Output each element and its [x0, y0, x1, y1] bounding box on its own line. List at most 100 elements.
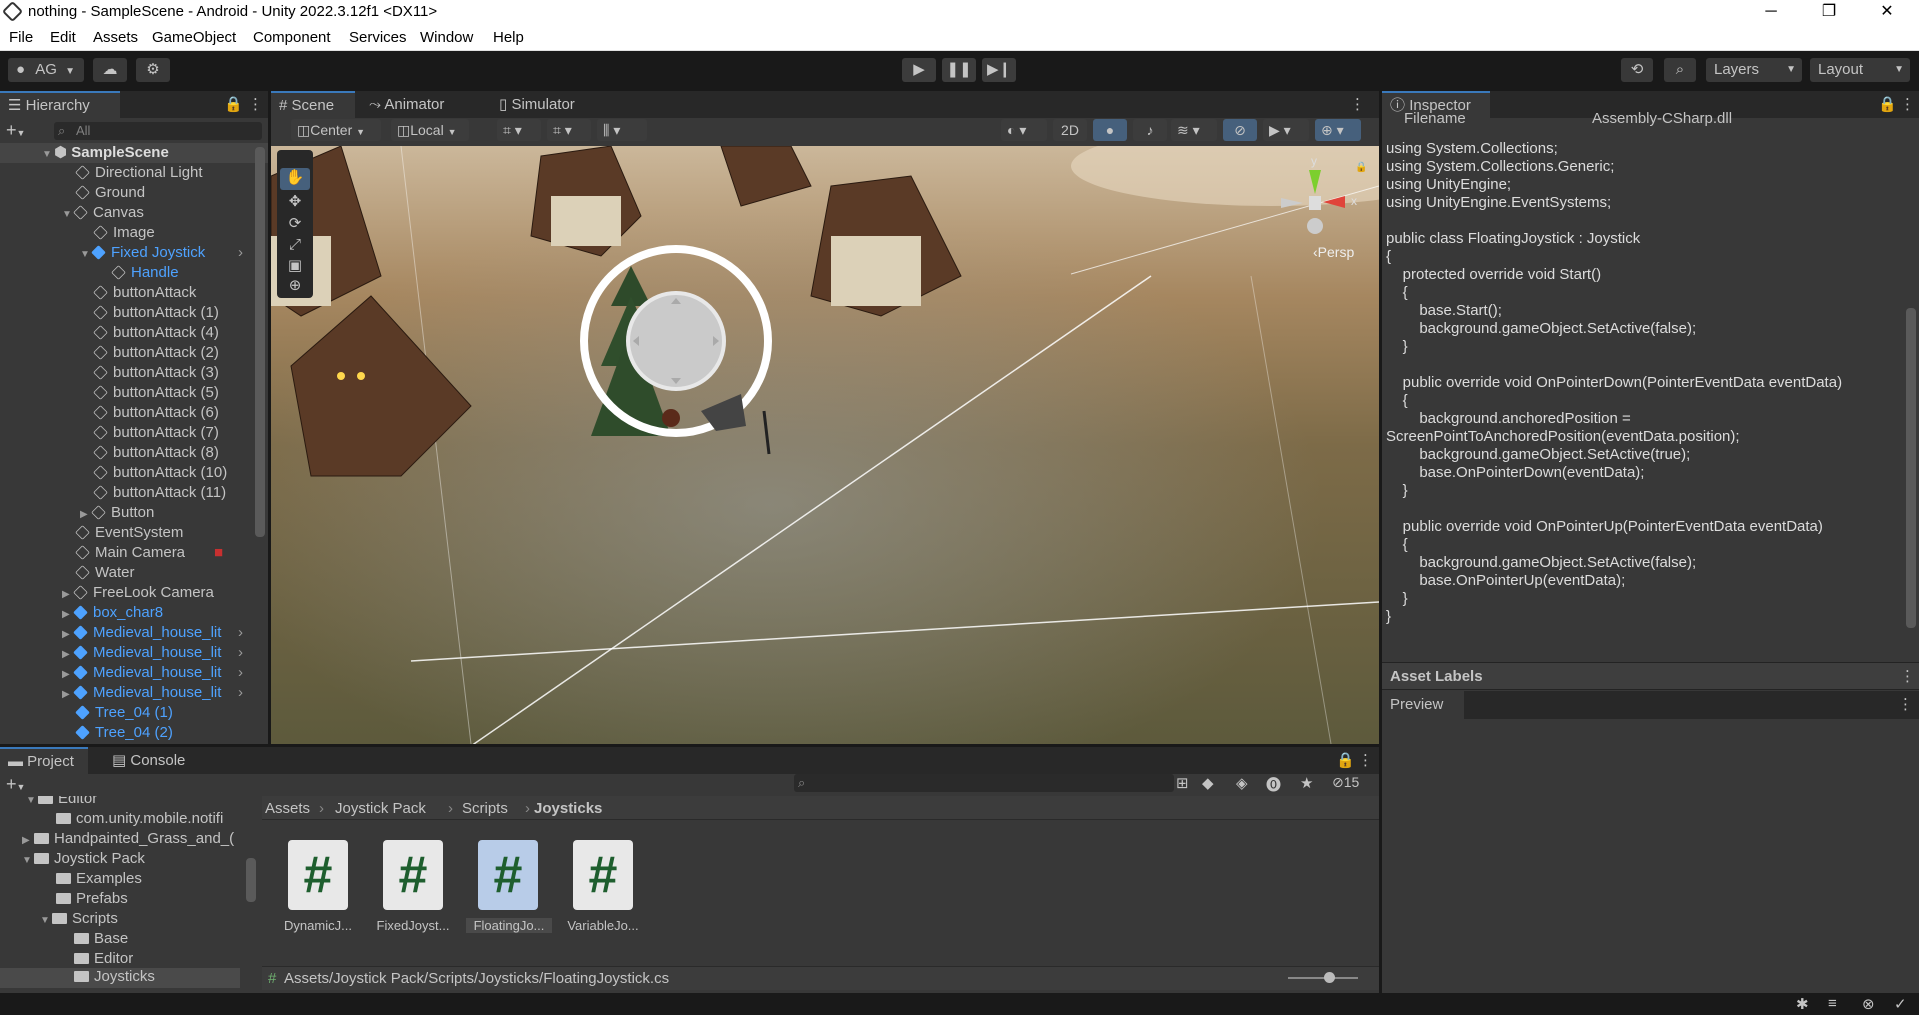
chevron-right-icon[interactable]: ›: [238, 243, 243, 263]
hand-tool-icon[interactable]: ✋: [280, 168, 310, 190]
tab-console[interactable]: ▤ Console: [104, 747, 196, 774]
network-icon[interactable]: ⊗: [1862, 995, 1875, 1013]
tree-item[interactable]: Main Camera ■: [0, 543, 268, 563]
tree-item[interactable]: ▼ Canvas: [0, 203, 268, 223]
label-icon[interactable]: ◈: [1236, 774, 1248, 792]
folder-item[interactable]: Examples: [56, 870, 142, 887]
search-button[interactable]: ⌕: [1664, 58, 1696, 82]
effects-dropdown[interactable]: ≋ ▾: [1171, 119, 1217, 141]
folder-item[interactable]: com.unity.mobile.notifi: [56, 810, 223, 827]
history-button[interactable]: ⟲: [1621, 58, 1653, 82]
layout-dropdown[interactable]: Layout ▼: [1810, 58, 1910, 82]
asset-labels-header[interactable]: Asset Labels ⋮: [1382, 662, 1919, 690]
breadcrumb-item[interactable]: Joysticks: [534, 800, 602, 817]
tree-item[interactable]: Directional Light: [0, 163, 268, 183]
filter-icon[interactable]: ◆: [1202, 774, 1214, 792]
bug-icon[interactable]: ✱: [1796, 995, 1809, 1013]
menu-window[interactable]: Window: [420, 29, 473, 46]
favorite-star-icon[interactable]: ★: [1300, 774, 1313, 792]
menu-edit[interactable]: Edit: [50, 29, 76, 46]
menu-component[interactable]: Component: [253, 29, 331, 46]
grid-snap-button[interactable]: ⌗ ▾: [497, 119, 541, 141]
cloud-button[interactable]: ☁: [93, 58, 127, 82]
tree-item[interactable]: buttonAttack (4): [0, 323, 268, 343]
asset-script-icon[interactable]: #: [383, 840, 443, 910]
move-tool-icon[interactable]: ✥: [280, 192, 310, 214]
folder-item[interactable]: ▼ Editor: [26, 796, 97, 807]
kebab-menu-icon[interactable]: ⋮: [1900, 95, 1915, 113]
draw-mode-dropdown[interactable]: ◐ ▾: [1001, 119, 1047, 141]
folder-item-selected[interactable]: Joysticks: [0, 968, 240, 988]
folder-item[interactable]: ▼ Scripts: [40, 910, 118, 927]
search-by-type-icon[interactable]: ⊞: [1176, 774, 1189, 792]
gizmo-lock-icon[interactable]: 🔒: [1355, 162, 1367, 173]
space-dropdown[interactable]: ◫Local ▼: [391, 119, 469, 141]
breadcrumb-item[interactable]: Scripts: [462, 800, 508, 817]
close-button[interactable]: ✕: [1864, 0, 1910, 24]
tree-item[interactable]: buttonAttack (8): [0, 443, 268, 463]
tree-item[interactable]: ▶ Medieval_house_lit ›: [0, 663, 268, 683]
tree-item[interactable]: buttonAttack (3): [0, 363, 268, 383]
tab-simulator[interactable]: ▯ Simulator: [491, 91, 591, 118]
play-button[interactable]: ▶: [902, 58, 936, 82]
kebab-menu-icon[interactable]: ⋮: [1358, 751, 1373, 769]
lock-icon[interactable]: 🔒: [1878, 95, 1897, 113]
preview-tab[interactable]: Preview: [1382, 691, 1464, 719]
lock-icon[interactable]: 🔒: [224, 95, 243, 113]
tree-item[interactable]: Tree_04 (1): [0, 703, 268, 723]
tree-item[interactable]: ▶ FreeLook Camera: [0, 583, 268, 603]
tab-project[interactable]: ▬ Project: [0, 747, 88, 774]
chevron-right-icon[interactable]: ›: [238, 683, 243, 703]
hierarchy-search-input[interactable]: ⌕ All: [54, 122, 262, 140]
chevron-right-icon[interactable]: ›: [238, 643, 243, 663]
tree-item[interactable]: EventSystem: [0, 523, 268, 543]
tree-item[interactable]: Tree_04 (2): [0, 723, 268, 743]
step-button[interactable]: ▶❙: [982, 58, 1016, 82]
folder-item[interactable]: Base: [74, 930, 128, 947]
tree-item[interactable]: buttonAttack (2): [0, 343, 268, 363]
lighting-toggle[interactable]: ●: [1093, 119, 1127, 141]
tree-scrollbar[interactable]: [246, 858, 256, 902]
scale-tool-icon[interactable]: ⤢: [280, 236, 310, 258]
hidden-packages-toggle[interactable]: ⊘15: [1332, 774, 1359, 791]
chevron-right-icon[interactable]: ›: [238, 663, 243, 683]
folder-item[interactable]: ▶ Handpainted_Grass_and_(: [22, 830, 234, 847]
hierarchy-scrollbar[interactable]: [255, 147, 265, 537]
account-dropdown[interactable]: ● AG ▼: [8, 58, 84, 82]
tree-item[interactable]: buttonAttack (10): [0, 463, 268, 483]
check-icon[interactable]: ✓: [1894, 995, 1907, 1013]
scene-viewport[interactable]: ✋ ✥ ⟳ ⤢ ▣ ⊕ y x 🔒 ‹Persp: [271, 146, 1379, 744]
folder-item[interactable]: Editor: [74, 950, 133, 967]
create-asset-button[interactable]: +▼: [6, 774, 25, 795]
tab-scene[interactable]: # Scene: [271, 91, 355, 118]
layers-dropdown[interactable]: Layers ▼: [1706, 58, 1802, 82]
inspector-scrollbar[interactable]: [1906, 308, 1916, 628]
tree-item[interactable]: ▶ box_char8: [0, 603, 268, 623]
rect-tool-icon[interactable]: ▣: [280, 256, 310, 278]
icon-size-slider[interactable]: [1288, 977, 1358, 979]
increment-snap-button[interactable]: ⫼ ▾: [597, 119, 647, 141]
add-object-button[interactable]: +▼: [6, 120, 32, 140]
asset-script-icon[interactable]: #: [288, 840, 348, 910]
maximize-button[interactable]: ❐: [1806, 0, 1852, 24]
folder-item[interactable]: ▼ Joystick Pack: [22, 850, 145, 867]
scene-visibility-toggle[interactable]: ⊘: [1223, 119, 1257, 141]
pivot-dropdown[interactable]: ◫Center ▼: [291, 119, 381, 141]
kebab-menu-icon[interactable]: ⋮: [248, 95, 263, 113]
tree-item[interactable]: buttonAttack (1): [0, 303, 268, 323]
breadcrumb-item[interactable]: Assets: [265, 800, 310, 817]
tree-item[interactable]: Image: [0, 223, 268, 243]
folder-item[interactable]: Prefabs: [56, 890, 128, 907]
menu-file[interactable]: File: [9, 29, 33, 46]
warning-icon[interactable]: ⓿: [1266, 774, 1281, 795]
tree-item[interactable]: Water: [0, 563, 268, 583]
kebab-menu-icon[interactable]: ⋮: [1900, 667, 1915, 685]
tree-item-samplescene[interactable]: ▼ ⬢ SampleScene: [0, 143, 268, 163]
slider-thumb[interactable]: [1324, 972, 1335, 983]
orientation-gizmo[interactable]: y x 🔒 ‹Persp: [1271, 154, 1371, 264]
tree-item[interactable]: buttonAttack: [0, 283, 268, 303]
toggle-2d-button[interactable]: 2D: [1053, 119, 1087, 141]
tree-item[interactable]: buttonAttack (7): [0, 423, 268, 443]
tab-hierarchy[interactable]: ☰ Hierarchy: [0, 91, 120, 118]
tree-item[interactable]: ▶ Medieval_house_lit ›: [0, 623, 268, 643]
